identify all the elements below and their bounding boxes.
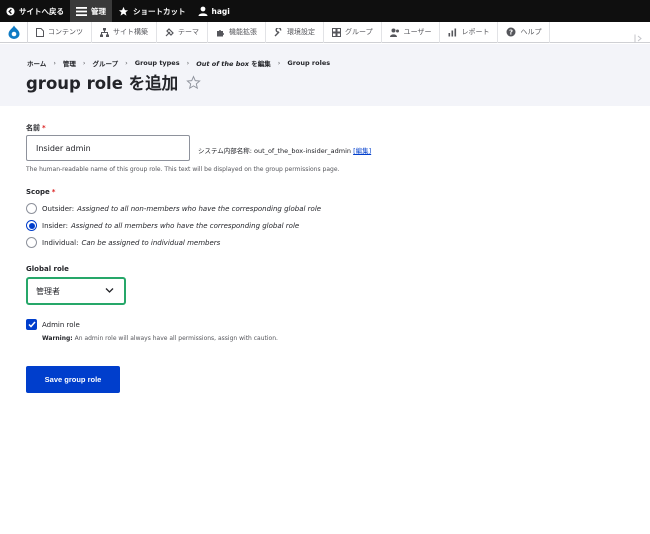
back-to-site-label: サイトへ戻る	[19, 6, 64, 16]
global-role-select[interactable]: 管理者	[26, 277, 126, 305]
menu-item-structure[interactable]: サイト構築	[92, 21, 157, 43]
menu-item-extend[interactable]: 機能拡張	[208, 21, 266, 43]
name-input-value: Insider admin	[36, 143, 91, 153]
menu-item-label: グループ	[345, 28, 373, 36]
admin-role-checkbox[interactable]	[26, 319, 37, 330]
outsider-radio[interactable]	[26, 203, 37, 214]
admin-menu: コンテンツ サイト構築 テーマ 機能拡張 環境設定 グループ ユーザー レポート…	[0, 21, 650, 43]
option-title: Outsider:	[42, 204, 75, 213]
global-role-label: Global role	[26, 265, 69, 273]
breadcrumb-edit-suffix: を編集	[249, 60, 271, 68]
scope-label: Scope *	[26, 188, 55, 196]
scope-option-individual[interactable]: Individual: Can be assigned to individual…	[26, 237, 220, 248]
save-group-role-button[interactable]: Save group role	[26, 366, 120, 393]
menu-item-config[interactable]: 環境設定	[266, 21, 324, 43]
svg-text:?: ?	[509, 29, 513, 37]
group-icon	[332, 27, 341, 37]
menu-item-label: コンテンツ	[48, 28, 83, 36]
favorite-star-icon[interactable]	[186, 74, 201, 90]
required-mark: *	[42, 124, 46, 132]
breadcrumb-separator: ›	[125, 59, 128, 67]
wrench-icon	[274, 27, 283, 37]
breadcrumb-edit-name: Out of the box	[196, 60, 249, 68]
machine-name: システム内部名称: out_of_the_box-insider_admin […	[198, 145, 371, 155]
drupal-drop-icon	[8, 25, 19, 39]
name-label-text: 名前	[26, 124, 40, 132]
help-icon: ?	[506, 27, 516, 37]
hamburger-icon	[76, 6, 87, 16]
warning-label: Warning:	[42, 335, 73, 342]
users-icon	[389, 28, 400, 37]
document-icon	[36, 27, 44, 37]
user-tab[interactable]: hagi	[192, 0, 236, 22]
admin-role-label: Admin role	[42, 320, 80, 329]
breadcrumb-admin[interactable]: 管理	[63, 58, 76, 68]
option-title: Individual:	[42, 238, 79, 247]
scope-option-outsider[interactable]: Outsider: Assigned to all non-members who…	[26, 203, 321, 214]
menu-item-help[interactable]: ? ヘルプ	[498, 21, 551, 43]
back-to-site-button[interactable]: サイトへ戻る	[0, 0, 70, 22]
puzzle-icon	[216, 28, 225, 37]
machine-name-text: システム内部名称: out_of_the_box-insider_admin	[198, 147, 354, 155]
menu-item-label: サイト構築	[113, 28, 148, 36]
star-icon	[118, 6, 129, 17]
insider-radio[interactable]	[26, 220, 37, 231]
back-arrow-icon	[6, 6, 15, 16]
chart-icon	[448, 28, 457, 37]
page-title: group role を追加	[26, 70, 201, 94]
menu-item-label: テーマ	[178, 28, 199, 36]
required-mark: *	[51, 188, 56, 196]
menu-item-content[interactable]: コンテンツ	[28, 21, 92, 43]
menu-item-label: 環境設定	[287, 28, 315, 36]
global-role-value: 管理者	[36, 286, 60, 296]
user-label: hagi	[211, 6, 230, 16]
breadcrumb-group-roles[interactable]: Group roles	[287, 59, 330, 67]
breadcrumb: ホーム › 管理 › グループ › Group types › Out of t…	[27, 58, 330, 68]
name-label: 名前 *	[26, 123, 46, 133]
breadcrumb-group-types[interactable]: Group types	[135, 59, 180, 67]
shortcuts-label: ショートカット	[133, 6, 186, 16]
user-icon	[198, 6, 208, 16]
menu-item-label: ユーザー	[403, 28, 432, 36]
admin-toolbar: サイトへ戻る 管理 ショートカット hagi	[0, 0, 650, 22]
scope-label-text: Scope	[26, 188, 50, 196]
menu-item-label: ヘルプ	[520, 28, 542, 36]
breadcrumb-separator: ›	[53, 59, 56, 67]
menu-item-appearance[interactable]: テーマ	[157, 21, 208, 43]
individual-radio[interactable]	[26, 237, 37, 248]
manage-label: 管理	[91, 6, 106, 16]
name-input[interactable]: Insider admin	[26, 135, 190, 161]
breadcrumb-separator: ›	[277, 59, 281, 67]
breadcrumb-home[interactable]: ホーム	[27, 58, 46, 68]
breadcrumb-separator: ›	[82, 59, 86, 67]
breadcrumb-group[interactable]: グループ	[93, 58, 119, 68]
scope-option-insider[interactable]: Insider: Assigned to all members who have…	[26, 220, 299, 231]
admin-role-checkbox-row[interactable]: Admin role	[26, 319, 80, 330]
admin-role-warning: Warning: An admin role will always have …	[42, 335, 278, 342]
menu-item-label: レポート	[461, 28, 490, 36]
machine-name-edit-link[interactable]: [編集]	[353, 147, 371, 155]
shortcuts-tab[interactable]: ショートカット	[112, 0, 192, 22]
option-desc: Assigned to all non-members who have the…	[77, 204, 322, 213]
option-desc: Assigned to all members who have the cor…	[70, 221, 300, 230]
checkmark-icon	[27, 321, 36, 328]
warning-text: An admin role will always have all permi…	[72, 335, 278, 342]
menu-item-people[interactable]: ユーザー	[382, 21, 441, 43]
drupal-logo[interactable]	[0, 21, 28, 43]
menu-item-group[interactable]: グループ	[324, 21, 382, 43]
name-description: The human-readable name of this group ro…	[26, 166, 340, 173]
chevron-down-icon	[105, 287, 114, 296]
menu-item-reports[interactable]: レポート	[440, 21, 499, 43]
sitemap-icon	[100, 27, 109, 37]
option-desc: Can be assigned to individual members	[81, 238, 221, 247]
option-title: Insider:	[42, 221, 68, 230]
breadcrumb-separator: ›	[186, 59, 190, 67]
manage-tab[interactable]: 管理	[70, 0, 112, 22]
brush-icon	[165, 27, 174, 37]
page-header: ホーム › 管理 › グループ › Group types › Out of t…	[0, 44, 650, 106]
menu-item-label: 機能拡張	[229, 28, 257, 36]
breadcrumb-edit[interactable]: Out of the box を編集	[196, 58, 271, 68]
page-title-text: group role を追加	[26, 74, 179, 93]
